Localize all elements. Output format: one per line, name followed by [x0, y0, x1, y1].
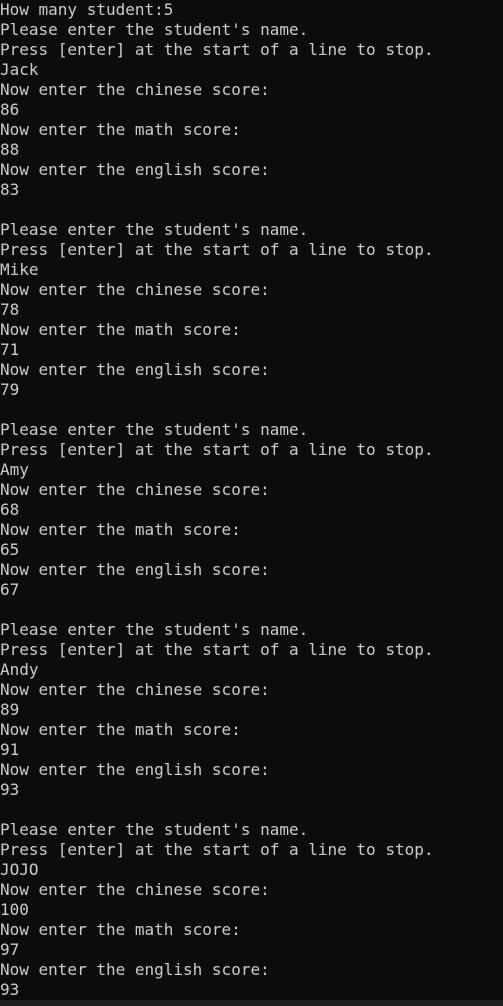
chinese-prompt: Now enter the chinese score: — [0, 480, 270, 499]
student-block: Please enter the student's name. Press [… — [0, 620, 503, 800]
student-count-prompt: How many student: — [0, 0, 164, 19]
math-prompt: Now enter the math score: — [0, 120, 241, 139]
english-score: 83 — [0, 180, 20, 199]
header-line: How many student:5 — [0, 0, 503, 20]
english-prompt: Now enter the english score: — [0, 760, 270, 779]
math-prompt: Now enter the math score: — [0, 520, 241, 539]
student-name: Jack — [0, 60, 39, 79]
student-block: Please enter the student's name. Press [… — [0, 420, 503, 600]
student-block: Please enter the student's name. Press [… — [0, 20, 503, 200]
student-name: JOJO — [0, 860, 39, 879]
student-name: Mike — [0, 260, 39, 279]
chinese-prompt: Now enter the chinese score: — [0, 80, 270, 99]
name-prompt: Please enter the student's name. — [0, 820, 309, 839]
chinese-score: 100 — [0, 900, 29, 919]
math-score: 88 — [0, 140, 20, 159]
chinese-prompt: Now enter the chinese score: — [0, 280, 270, 299]
english-prompt: Now enter the english score: — [0, 560, 270, 579]
student-block: Please enter the student's name. Press [… — [0, 820, 503, 1000]
english-score: 67 — [0, 580, 20, 599]
math-score: 91 — [0, 740, 20, 759]
chinese-prompt: Now enter the chinese score: — [0, 680, 270, 699]
student-count-value: 5 — [163, 0, 174, 19]
chinese-score: 68 — [0, 500, 20, 519]
math-score: 71 — [0, 340, 20, 359]
english-prompt: Now enter the english score: — [0, 160, 270, 179]
stop-instruction: Press [enter] at the start of a line to … — [0, 440, 434, 459]
name-prompt: Please enter the student's name. — [0, 420, 309, 439]
stop-instruction: Press [enter] at the start of a line to … — [0, 240, 434, 259]
student-name: Andy — [0, 660, 39, 679]
math-score: 97 — [0, 940, 20, 959]
console-output[interactable]: How many student:5 Please enter the stud… — [0, 0, 503, 1000]
math-prompt: Now enter the math score: — [0, 920, 241, 939]
math-prompt: Now enter the math score: — [0, 320, 241, 339]
window-bottom-edge — [0, 1000, 503, 1006]
english-score: 93 — [0, 780, 20, 799]
english-score: 79 — [0, 380, 20, 399]
name-prompt: Please enter the student's name. — [0, 620, 309, 639]
name-prompt: Please enter the student's name. — [0, 220, 309, 239]
math-prompt: Now enter the math score: — [0, 720, 241, 739]
math-score: 65 — [0, 540, 20, 559]
chinese-prompt: Now enter the chinese score: — [0, 880, 270, 899]
chinese-score: 78 — [0, 300, 20, 319]
english-prompt: Now enter the english score: — [0, 960, 270, 979]
stop-instruction: Press [enter] at the start of a line to … — [0, 640, 434, 659]
name-prompt: Please enter the student's name. — [0, 20, 309, 39]
student-block: Please enter the student's name. Press [… — [0, 220, 503, 400]
chinese-score: 89 — [0, 700, 20, 719]
chinese-score: 86 — [0, 100, 20, 119]
english-prompt: Now enter the english score: — [0, 360, 270, 379]
stop-instruction: Press [enter] at the start of a line to … — [0, 840, 434, 859]
stop-instruction: Press [enter] at the start of a line to … — [0, 40, 434, 59]
student-name: Amy — [0, 460, 29, 479]
english-score: 93 — [0, 980, 20, 999]
